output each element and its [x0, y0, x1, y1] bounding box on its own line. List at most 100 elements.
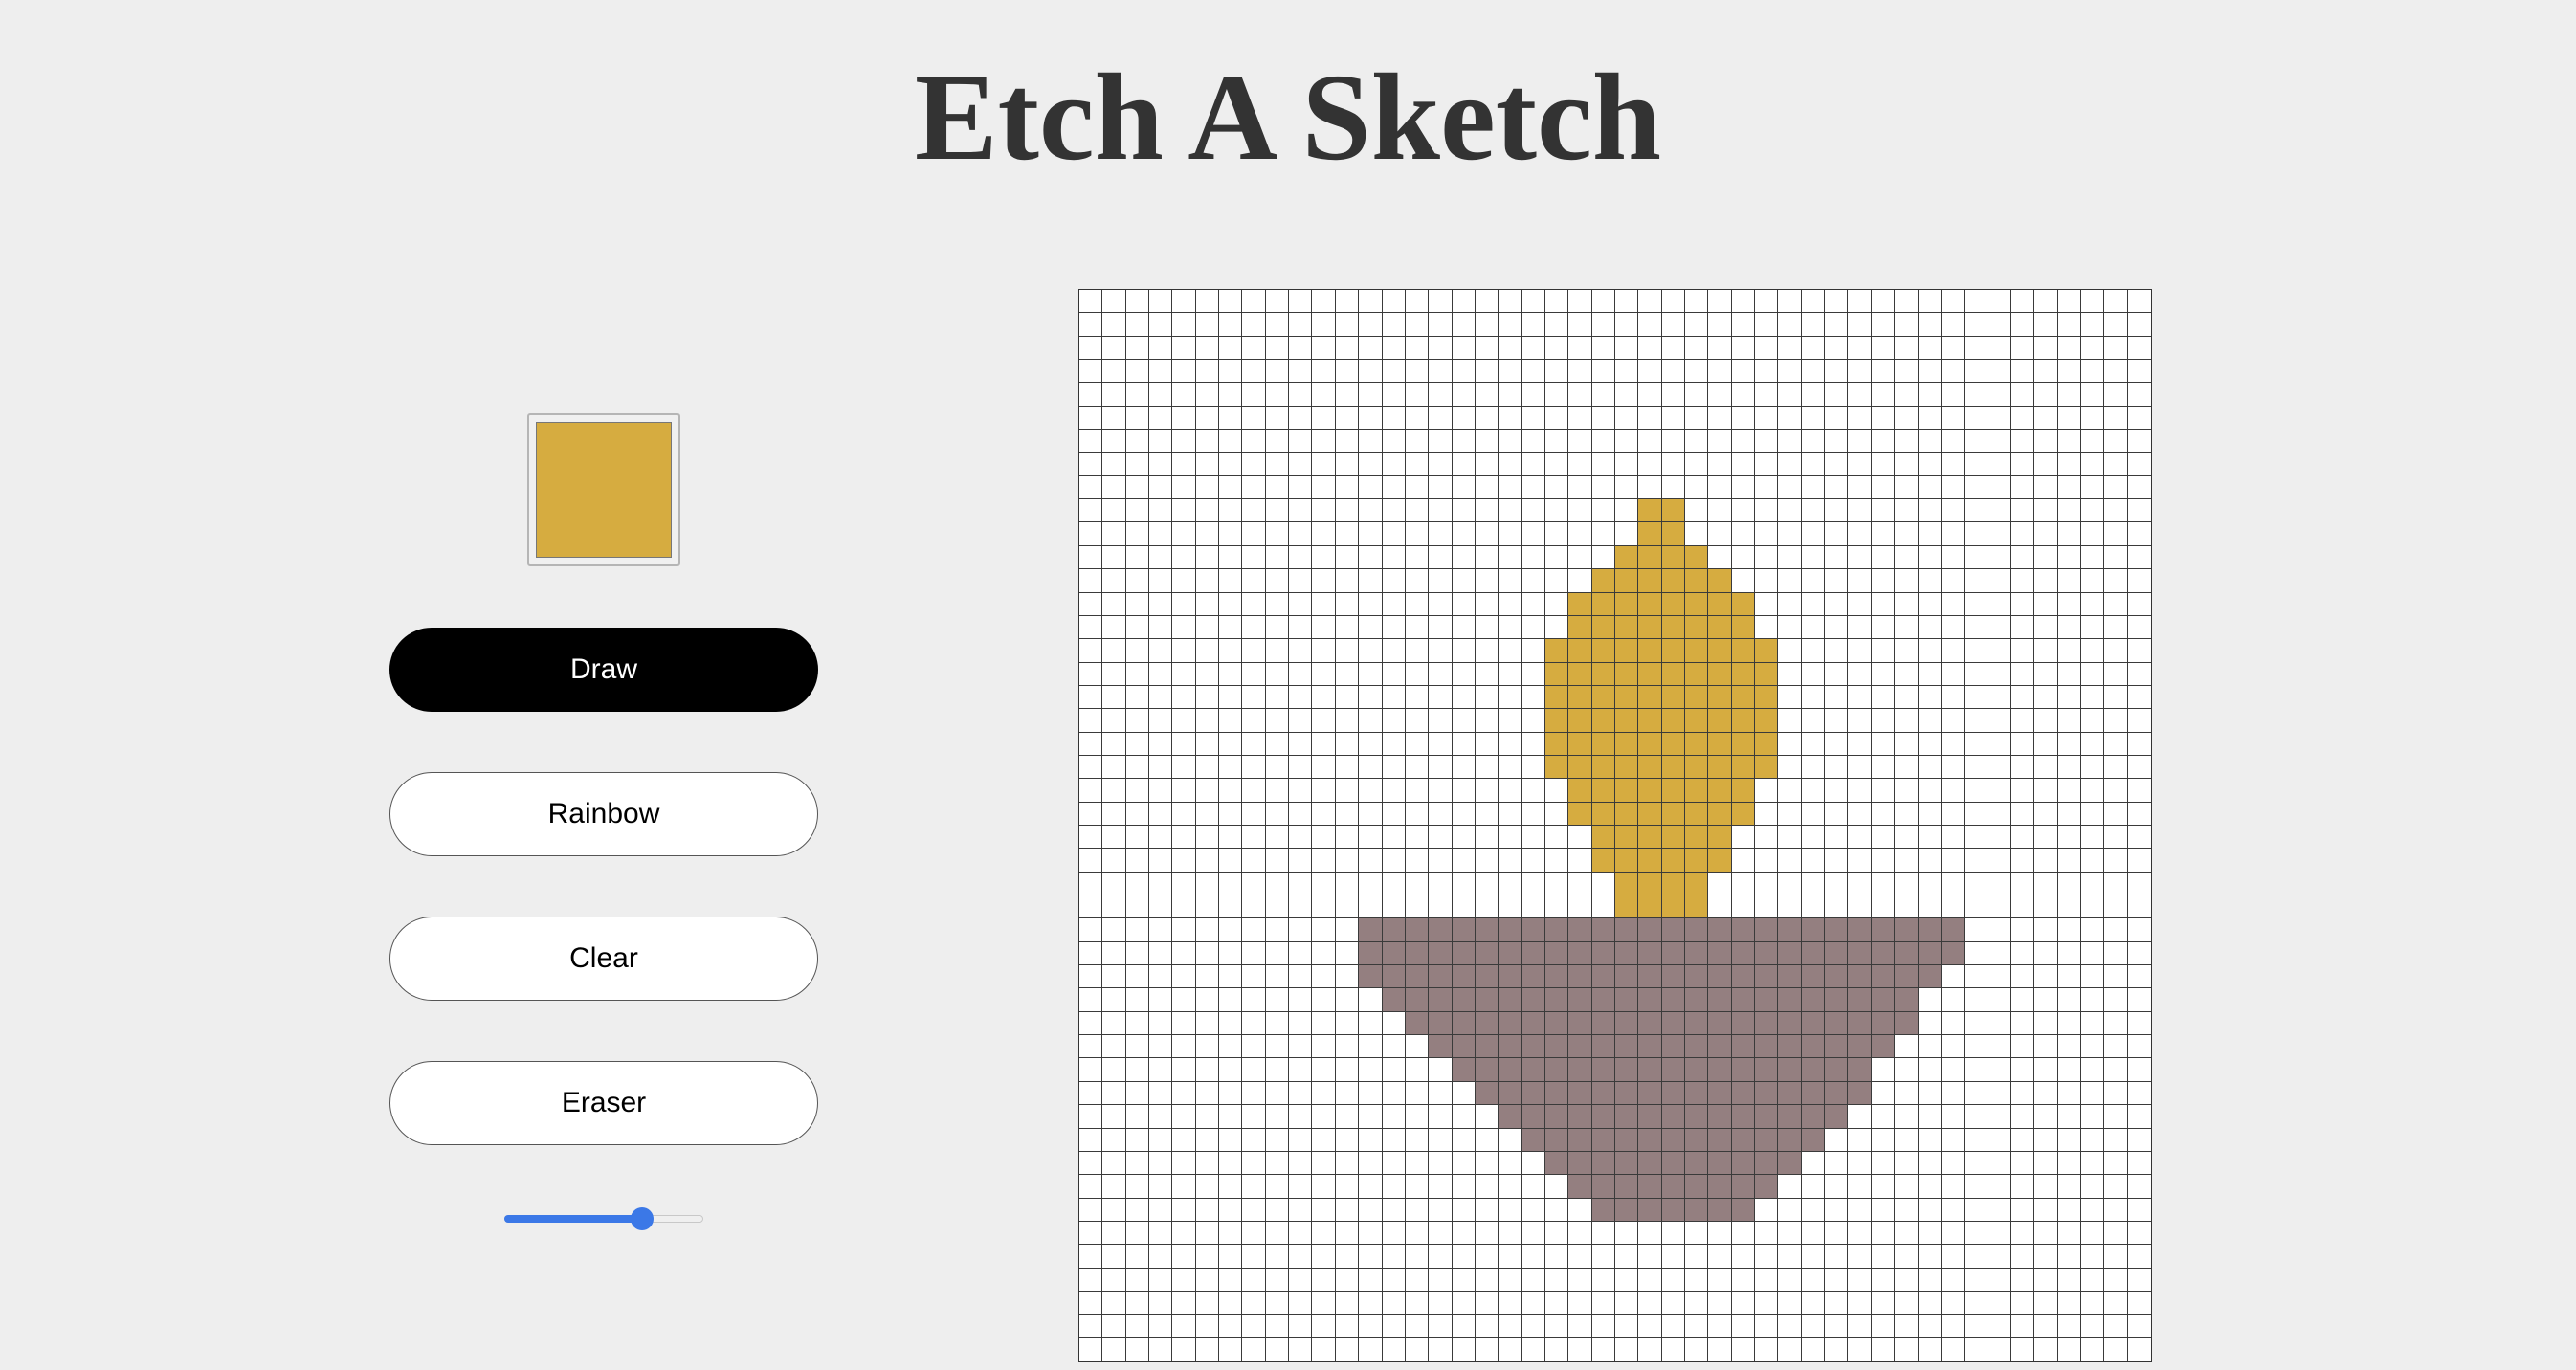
grid-cell[interactable]: [1685, 1268, 1709, 1292]
grid-cell[interactable]: [1079, 1268, 1103, 1292]
grid-cell[interactable]: [2104, 313, 2128, 337]
grid-cell[interactable]: [1801, 1175, 1826, 1199]
grid-cell[interactable]: [1895, 709, 1919, 733]
grid-cell[interactable]: [2010, 569, 2035, 593]
grid-cell[interactable]: [1614, 592, 1639, 616]
grid-cell[interactable]: [1475, 545, 1499, 570]
grid-cell[interactable]: [1895, 941, 1919, 966]
grid-cell[interactable]: [1918, 779, 1942, 803]
grid-cell[interactable]: [1661, 569, 1686, 593]
grid-cell[interactable]: [1079, 1198, 1103, 1222]
grid-cell[interactable]: [2010, 1198, 2035, 1222]
grid-cell[interactable]: [1289, 1245, 1313, 1269]
grid-cell[interactable]: [1452, 1035, 1476, 1059]
grid-cell[interactable]: [1102, 383, 1126, 407]
grid-cell[interactable]: [1289, 430, 1313, 453]
grid-cell[interactable]: [1848, 849, 1872, 873]
grid-cell[interactable]: [1405, 453, 1430, 476]
grid-cell[interactable]: [1265, 988, 1290, 1012]
grid-cell[interactable]: [2057, 360, 2081, 384]
grid-cell[interactable]: [2057, 1221, 2081, 1246]
grid-cell[interactable]: [1918, 685, 1942, 710]
grid-cell[interactable]: [1708, 825, 1732, 850]
grid-cell[interactable]: [1544, 941, 1569, 966]
grid-cell[interactable]: [1895, 1035, 1919, 1059]
grid-cell[interactable]: [1708, 569, 1732, 593]
grid-cell[interactable]: [1499, 1268, 1522, 1292]
grid-cell[interactable]: [1195, 872, 1220, 896]
grid-cell[interactable]: [1591, 802, 1615, 826]
grid-cell[interactable]: [1918, 1245, 1942, 1269]
grid-cell[interactable]: [1755, 1221, 1779, 1246]
grid-cell[interactable]: [1172, 430, 1196, 453]
grid-cell[interactable]: [1265, 1221, 1290, 1246]
grid-cell[interactable]: [1778, 313, 1802, 337]
grid-cell[interactable]: [1125, 360, 1150, 384]
grid-cell[interactable]: [1755, 639, 1779, 663]
grid-cell[interactable]: [1965, 1151, 1988, 1176]
grid-cell[interactable]: [1755, 732, 1779, 756]
grid-cell[interactable]: [1801, 1011, 1826, 1036]
grid-cell[interactable]: [1544, 1268, 1569, 1292]
grid-cell[interactable]: [1871, 872, 1896, 896]
grid-cell[interactable]: [2010, 383, 2035, 407]
grid-cell[interactable]: [1614, 732, 1639, 756]
grid-cell[interactable]: [1941, 1011, 1965, 1036]
grid-cell[interactable]: [1521, 1221, 1545, 1246]
grid-cell[interactable]: [1965, 360, 1988, 384]
grid-cell[interactable]: [2057, 1151, 2081, 1176]
grid-cell[interactable]: [1685, 1291, 1709, 1315]
grid-cell[interactable]: [1778, 290, 1802, 314]
grid-cell[interactable]: [1825, 1337, 1849, 1361]
grid-cell[interactable]: [2127, 941, 2151, 966]
grid-cell[interactable]: [2010, 1315, 2035, 1338]
grid-cell[interactable]: [1195, 290, 1220, 314]
grid-cell[interactable]: [1801, 639, 1826, 663]
grid-cell[interactable]: [1731, 895, 1756, 919]
grid-cell[interactable]: [1289, 755, 1313, 780]
grid-cell[interactable]: [1429, 965, 1453, 989]
grid-cell[interactable]: [1195, 1221, 1220, 1246]
grid-cell[interactable]: [1429, 592, 1453, 616]
grid-cell[interactable]: [1219, 522, 1243, 546]
grid-cell[interactable]: [2080, 1011, 2105, 1036]
grid-cell[interactable]: [1125, 453, 1150, 476]
grid-cell[interactable]: [1614, 1315, 1639, 1338]
grid-cell[interactable]: [1452, 988, 1476, 1012]
grid-cell[interactable]: [1755, 1105, 1779, 1129]
grid-cell[interactable]: [1731, 1175, 1756, 1199]
grid-cell[interactable]: [2057, 290, 2081, 314]
grid-cell[interactable]: [1801, 522, 1826, 546]
grid-cell[interactable]: [1452, 639, 1476, 663]
grid-cell[interactable]: [1965, 430, 1988, 453]
grid-cell[interactable]: [1499, 1315, 1522, 1338]
grid-cell[interactable]: [1661, 1081, 1686, 1106]
grid-cell[interactable]: [1149, 1245, 1173, 1269]
grid-cell[interactable]: [1591, 545, 1615, 570]
grid-cell[interactable]: [1941, 709, 1965, 733]
grid-cell[interactable]: [1312, 499, 1336, 523]
grid-cell[interactable]: [1475, 1011, 1499, 1036]
grid-cell[interactable]: [1335, 522, 1360, 546]
grid-cell[interactable]: [1521, 313, 1545, 337]
grid-cell[interactable]: [1289, 1128, 1313, 1152]
grid-cell[interactable]: [1499, 499, 1522, 523]
grid-cell[interactable]: [1871, 779, 1896, 803]
grid-cell[interactable]: [1405, 965, 1430, 989]
grid-cell[interactable]: [1429, 290, 1453, 314]
grid-cell[interactable]: [1265, 941, 1290, 966]
grid-cell[interactable]: [1638, 965, 1662, 989]
grid-cell[interactable]: [1102, 779, 1126, 803]
grid-cell[interactable]: [1499, 872, 1522, 896]
grid-cell[interactable]: [1778, 639, 1802, 663]
grid-cell[interactable]: [1708, 1291, 1732, 1315]
grid-cell[interactable]: [2104, 779, 2128, 803]
grid-cell[interactable]: [1172, 1198, 1196, 1222]
grid-cell[interactable]: [1429, 569, 1453, 593]
grid-cell[interactable]: [1312, 1221, 1336, 1246]
grid-cell[interactable]: [2127, 965, 2151, 989]
grid-cell[interactable]: [1195, 1245, 1220, 1269]
grid-cell[interactable]: [1731, 1221, 1756, 1246]
grid-cell[interactable]: [1988, 1011, 2011, 1036]
grid-cell[interactable]: [1359, 1337, 1383, 1361]
